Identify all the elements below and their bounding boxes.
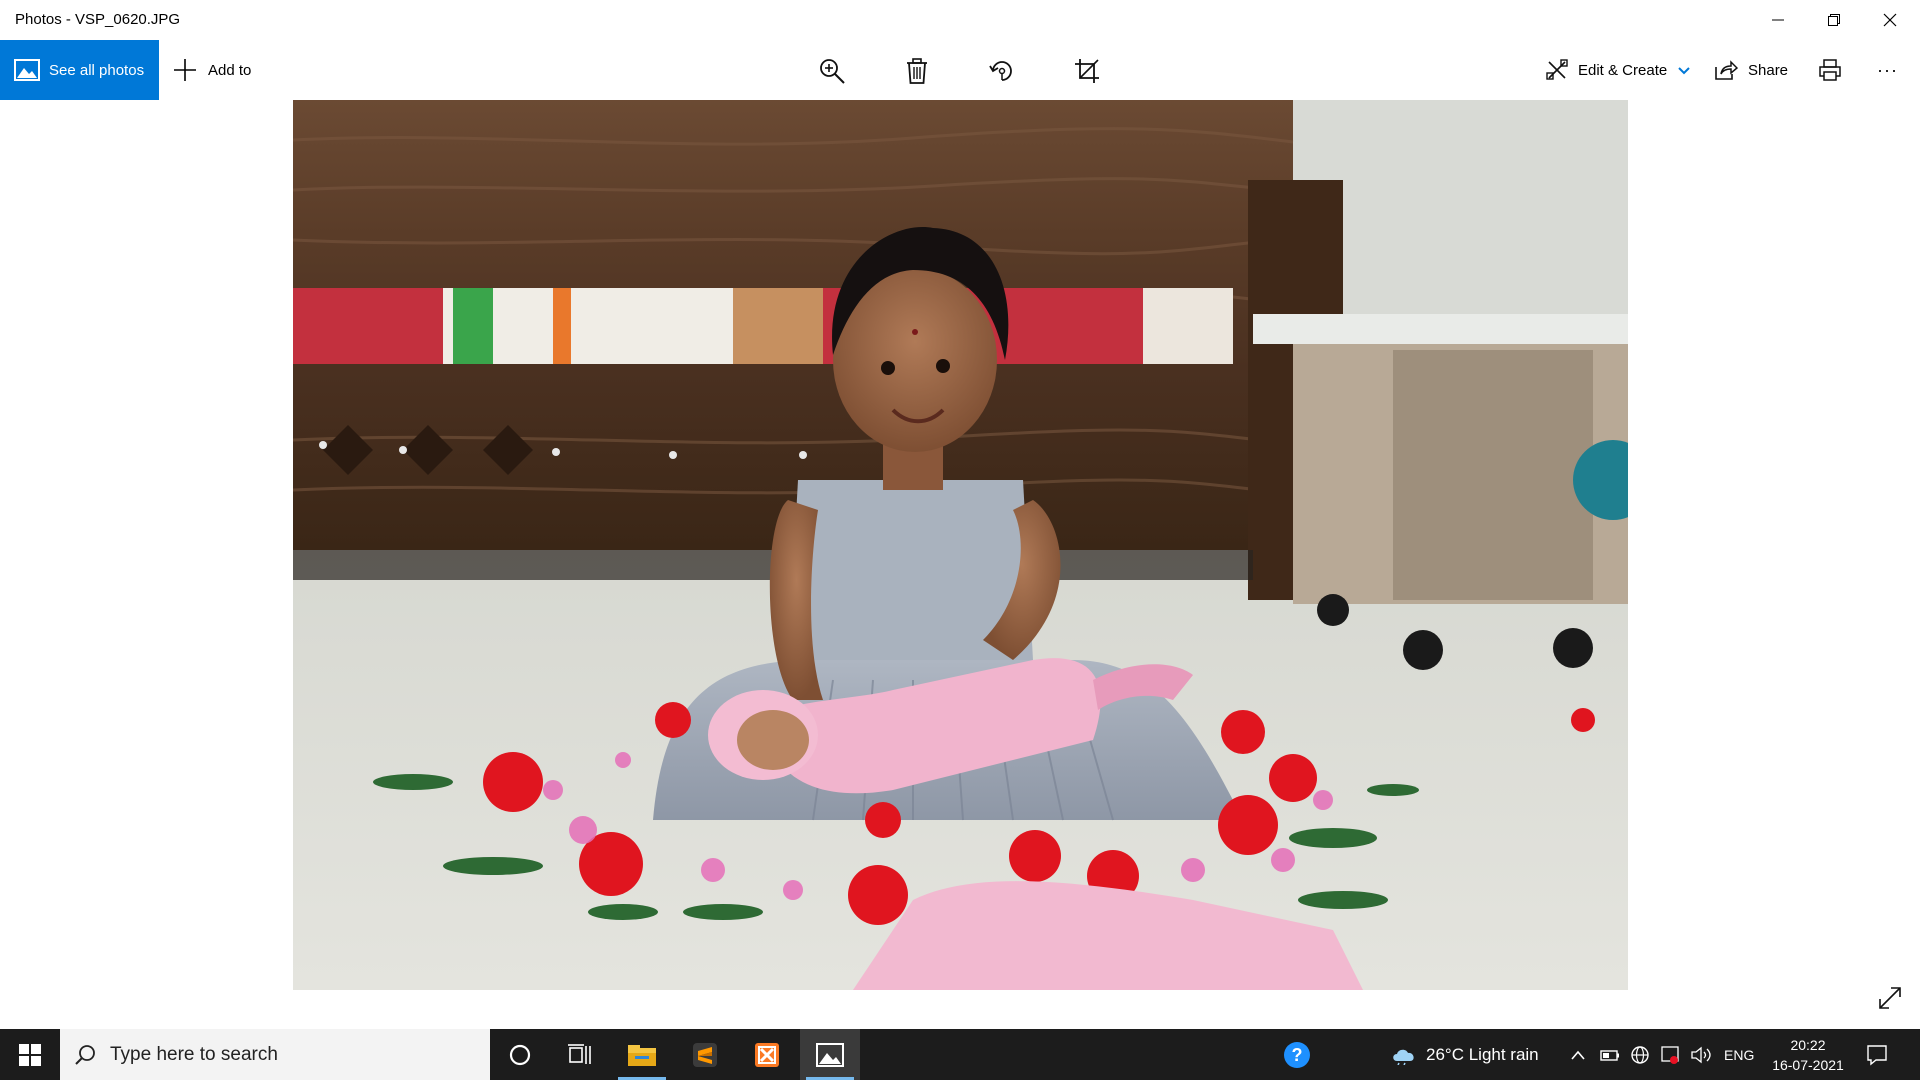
battery-tray-button[interactable] [1600,1029,1620,1080]
taskbar: Type here to search ? 26°C Light rain EN… [0,1029,1920,1080]
restore-icon [1828,14,1840,26]
battery-icon [1600,1049,1619,1061]
security-tray-button[interactable] [1660,1029,1680,1080]
input-language-button[interactable]: ENG [1724,1029,1754,1080]
cloud-rain-icon [1393,1049,1414,1065]
photos-app-icon [816,1042,844,1067]
file-explorer-taskbar-button[interactable] [612,1029,672,1080]
more-options-button[interactable]: ··· [1877,40,1898,100]
title-bar: Photos - VSP_0620.JPG [0,0,1920,40]
folder-icon [628,1044,656,1066]
shield-alert-icon [1661,1045,1679,1064]
edit-create-button[interactable]: Edit & Create [1546,40,1691,100]
zoom-in-icon [820,59,845,84]
trash-icon [907,58,927,84]
weather-text: 26°C Light rain [1426,1044,1539,1064]
add-to-button[interactable]: Add to [172,40,251,100]
crop-icon [1075,59,1099,83]
language-label: ENG [1724,1046,1755,1063]
help-tray-button[interactable]: ? [1282,1029,1312,1080]
share-icon [1715,60,1738,80]
network-tray-button[interactable] [1630,1029,1650,1080]
zoom-button[interactable] [815,54,849,88]
window-title: Photos - VSP_0620.JPG [15,11,181,28]
more-options-icon: ··· [1877,59,1898,80]
add-to-label: Add to [208,61,252,79]
photo-image [293,100,1628,990]
minimize-button[interactable] [1750,0,1806,40]
printer-icon [1819,59,1841,81]
taskbar-search-input[interactable]: Type here to search [60,1029,490,1080]
plus-icon [174,59,196,81]
task-view-icon [568,1043,591,1064]
xampp-icon [755,1042,779,1067]
search-placeholder: Type here to search [110,1043,278,1065]
volume-tray-button[interactable] [1690,1029,1712,1080]
taskbar-clock[interactable]: 20:22 16-07-2021 [1763,1035,1853,1075]
fullscreen-expand-icon[interactable] [1876,984,1904,1012]
edit-create-icon [1546,59,1568,80]
xampp-taskbar-button[interactable] [737,1029,797,1080]
edit-create-label: Edit & Create [1578,61,1668,79]
search-icon [75,1044,95,1065]
cortana-button[interactable] [490,1029,550,1080]
show-hidden-icons-button[interactable] [1570,1029,1586,1080]
minimize-icon [1772,19,1784,21]
print-button[interactable] [1818,40,1842,100]
photo-view[interactable] [293,100,1628,990]
start-button[interactable] [0,1029,60,1080]
svg-text:?: ? [1292,1045,1303,1065]
see-all-photos-label: See all photos [49,61,145,79]
speaker-icon [1691,1046,1711,1063]
delete-button[interactable] [900,54,934,88]
action-center-button[interactable] [1866,1029,1888,1080]
see-all-photos-button[interactable]: See all photos [0,40,159,100]
photos-app-window: Photos - VSP_0620.JPG See all photos Add… [0,0,1920,1029]
command-bar: See all photos Add to Edit & Create Shar… [0,40,1920,100]
rotate-icon [989,61,1012,81]
chevron-up-icon [1571,1050,1585,1060]
help-question-icon: ? [1284,1041,1310,1068]
crop-button[interactable] [1070,54,1104,88]
restore-button[interactable] [1806,0,1862,40]
photos-taskbar-button[interactable] [800,1029,860,1080]
close-icon [1883,13,1897,27]
sublime-text-taskbar-button[interactable] [675,1029,735,1080]
sublime-text-icon [693,1042,717,1067]
weather-widget[interactable]: 26°C Light rain [1390,1029,1539,1080]
windows-logo-icon [19,1043,41,1066]
task-view-button[interactable] [550,1029,610,1080]
rotate-button[interactable] [985,54,1019,88]
clock-time: 20:22 [1790,1037,1826,1053]
notification-icon [1867,1044,1887,1065]
close-button[interactable] [1862,0,1918,40]
photo-gallery-icon [14,59,40,81]
globe-network-icon [1631,1045,1649,1064]
share-button[interactable]: Share [1714,40,1788,100]
cortana-circle-icon [509,1044,531,1065]
chevron-down-icon [1678,67,1690,75]
clock-date: 16-07-2021 [1772,1057,1844,1073]
share-label: Share [1748,61,1789,79]
